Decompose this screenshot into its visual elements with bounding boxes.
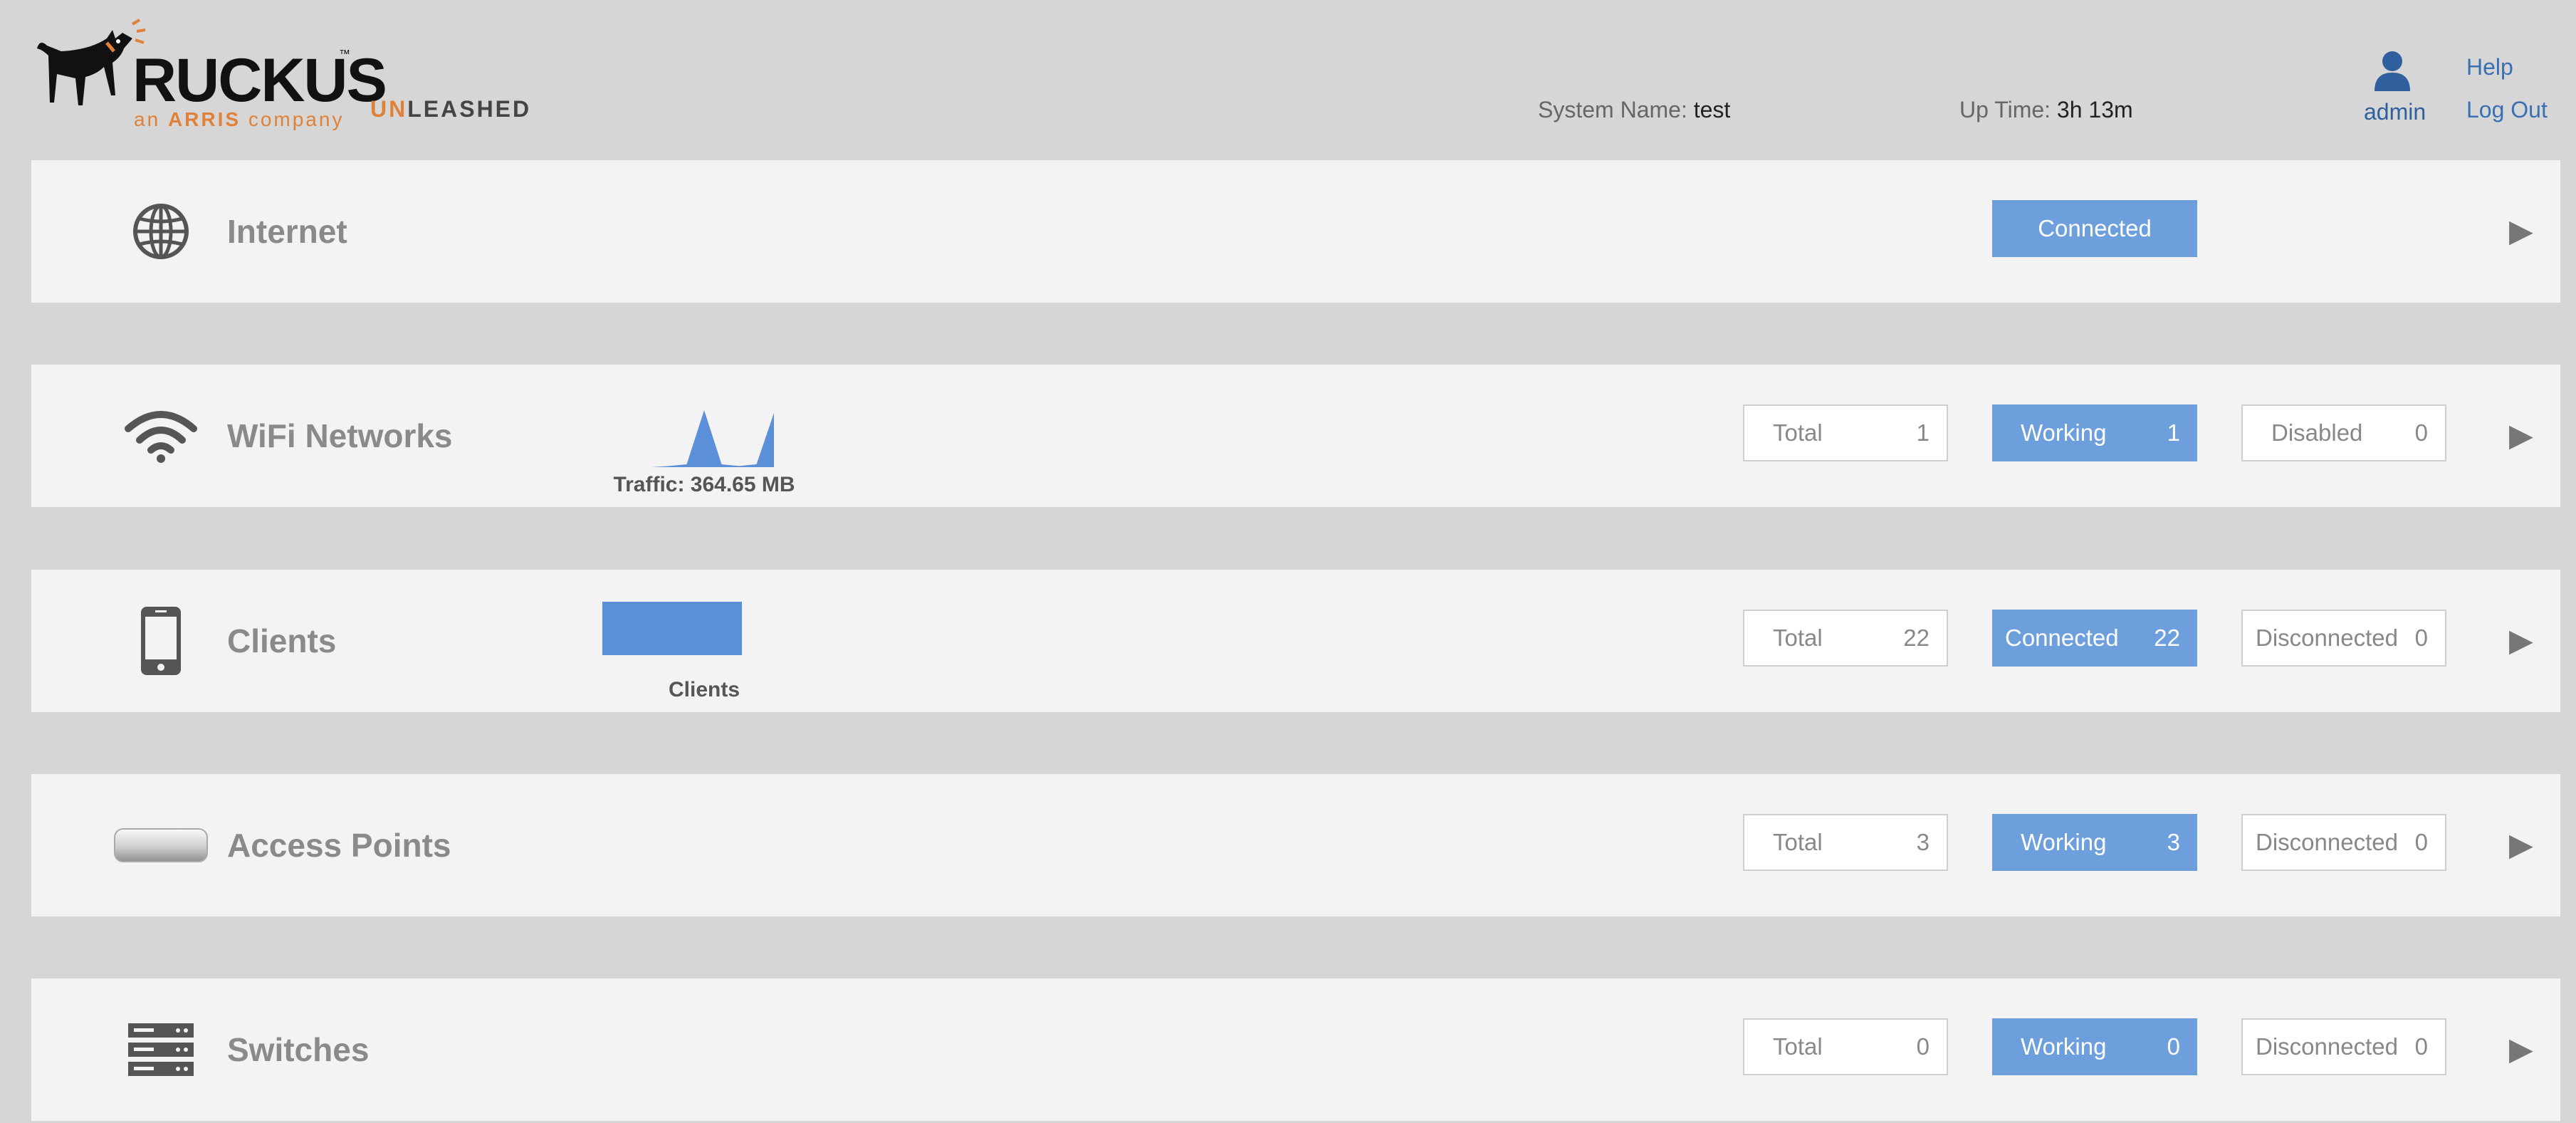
product-rest: LEASHED: [407, 96, 532, 122]
logo-sub-arris: ARRIS: [167, 108, 241, 130]
clients-total-stat[interactable]: Total 22: [1743, 610, 1948, 667]
access-points-panel[interactable]: Access Points Total 3 Working 3 Disconne…: [31, 774, 2560, 916]
uptime-value: 3h 13m: [2056, 97, 2133, 122]
wifi-total-value: 1: [1916, 419, 1930, 446]
switches-total-stat[interactable]: Total 0: [1743, 1018, 1948, 1075]
logo-subtitle: an ARRIS company: [134, 108, 344, 131]
switches-total-value: 0: [1916, 1033, 1930, 1060]
switches-disconnected-value: 0: [2414, 1033, 2428, 1060]
wifi-traffic-sparkline: [634, 410, 774, 467]
switches-total-label: Total: [1773, 1033, 1823, 1060]
uptime: Up Time: 3h 13m: [1959, 97, 2133, 123]
switches-expand-arrow[interactable]: ▶: [2509, 978, 2533, 1121]
clients-panel[interactable]: Clients Clients Total 22 Connected 22 Di…: [31, 570, 2560, 712]
globe-icon: [95, 196, 226, 267]
switches-working-value: 0: [2167, 1033, 2180, 1060]
aps-disconnected-stat[interactable]: Disconnected 0: [2241, 814, 2446, 871]
aps-disconnected-label: Disconnected: [2256, 829, 2398, 855]
wifi-icon: [95, 400, 226, 471]
clients-disconnected-label: Disconnected: [2256, 625, 2398, 651]
logo-sub-post: company: [241, 108, 345, 130]
wifi-traffic-label: Traffic: 364.65 MB: [613, 473, 795, 496]
system-name-label: System Name:: [1538, 97, 1687, 122]
clients-connected-value: 22: [2154, 625, 2180, 651]
internet-title: Internet: [227, 213, 347, 250]
aps-expand-arrow[interactable]: ▶: [2509, 774, 2533, 916]
uptime-label: Up Time:: [1959, 97, 2051, 122]
wifi-working-value: 1: [2167, 419, 2180, 446]
dog-logo-icon: [37, 19, 146, 105]
system-name: System Name: test: [1538, 97, 1730, 123]
wifi-working-label: Working: [2021, 419, 2107, 446]
switches-working-stat[interactable]: Working 0: [1992, 1018, 2197, 1075]
aps-working-value: 3: [2167, 829, 2180, 855]
system-name-value: test: [1693, 97, 1731, 122]
user-menu[interactable]: admin: [2364, 50, 2426, 125]
wifi-title: WiFi Networks: [227, 417, 453, 454]
clients-disconnected-stat[interactable]: Disconnected 0: [2241, 610, 2446, 667]
logout-link[interactable]: Log Out: [2466, 97, 2548, 123]
aps-working-label: Working: [2021, 829, 2107, 855]
switches-panel[interactable]: Switches Total 0 Working 0 Disconnected …: [31, 978, 2560, 1121]
internet-status-label: Connected: [2038, 215, 2152, 241]
internet-expand-arrow[interactable]: ▶: [2509, 160, 2533, 303]
clients-connected-label: Connected: [2005, 625, 2119, 651]
clients-connected-stat[interactable]: Connected 22: [1992, 610, 2197, 667]
aps-total-value: 3: [1916, 829, 1930, 855]
aps-disconnected-value: 0: [2414, 829, 2428, 855]
header: RUCKUS ™ an ARRIS company UNLEASHED Syst…: [0, 0, 2576, 160]
access-point-icon: [95, 810, 226, 881]
aps-total-label: Total: [1773, 829, 1823, 855]
clients-chart-label: Clients: [668, 678, 740, 701]
switch-stack-icon: [95, 1014, 226, 1085]
phone-icon: [95, 605, 226, 677]
switches-disconnected-stat[interactable]: Disconnected 0: [2241, 1018, 2446, 1075]
aps-working-stat[interactable]: Working 3: [1992, 814, 2197, 871]
wifi-disabled-label: Disabled: [2271, 419, 2363, 446]
product-name: UNLEASHED: [370, 96, 531, 122]
clients-bar: [602, 602, 742, 655]
wifi-disabled-stat[interactable]: Disabled 0: [2241, 404, 2446, 461]
internet-status-badge[interactable]: Connected: [1992, 200, 2197, 257]
clients-disconnected-value: 0: [2414, 625, 2428, 651]
switches-title: Switches: [227, 1031, 370, 1068]
help-link[interactable]: Help: [2466, 54, 2513, 80]
user-icon: [2375, 51, 2410, 91]
clients-expand-arrow[interactable]: ▶: [2509, 570, 2533, 712]
wifi-disabled-value: 0: [2414, 419, 2428, 446]
ruckus-logo: RUCKUS ™ an ARRIS company: [33, 17, 387, 130]
wifi-total-stat[interactable]: Total 1: [1743, 404, 1948, 461]
product-un: UN: [370, 96, 408, 122]
clients-title: Clients: [227, 622, 337, 659]
logo-sub-pre: an: [134, 108, 168, 130]
switches-disconnected-label: Disconnected: [2256, 1033, 2398, 1060]
wifi-expand-arrow[interactable]: ▶: [2509, 365, 2533, 507]
logo-trademark: ™: [339, 48, 350, 61]
access-points-title: Access Points: [227, 827, 451, 864]
clients-bar-chart: [602, 602, 742, 655]
wifi-total-label: Total: [1773, 419, 1823, 446]
wifi-working-stat[interactable]: Working 1: [1992, 404, 2197, 461]
internet-panel[interactable]: Internet Connected ▶: [31, 160, 2560, 303]
aps-total-stat[interactable]: Total 3: [1743, 814, 1948, 871]
switches-working-label: Working: [2021, 1033, 2107, 1060]
clients-total-value: 22: [1903, 625, 1930, 651]
wifi-traffic-area: [634, 410, 774, 467]
wifi-panel[interactable]: WiFi Networks Traffic: 364.65 MB Total 1…: [31, 365, 2560, 507]
clients-total-label: Total: [1773, 625, 1823, 651]
user-name[interactable]: admin: [2364, 99, 2426, 125]
